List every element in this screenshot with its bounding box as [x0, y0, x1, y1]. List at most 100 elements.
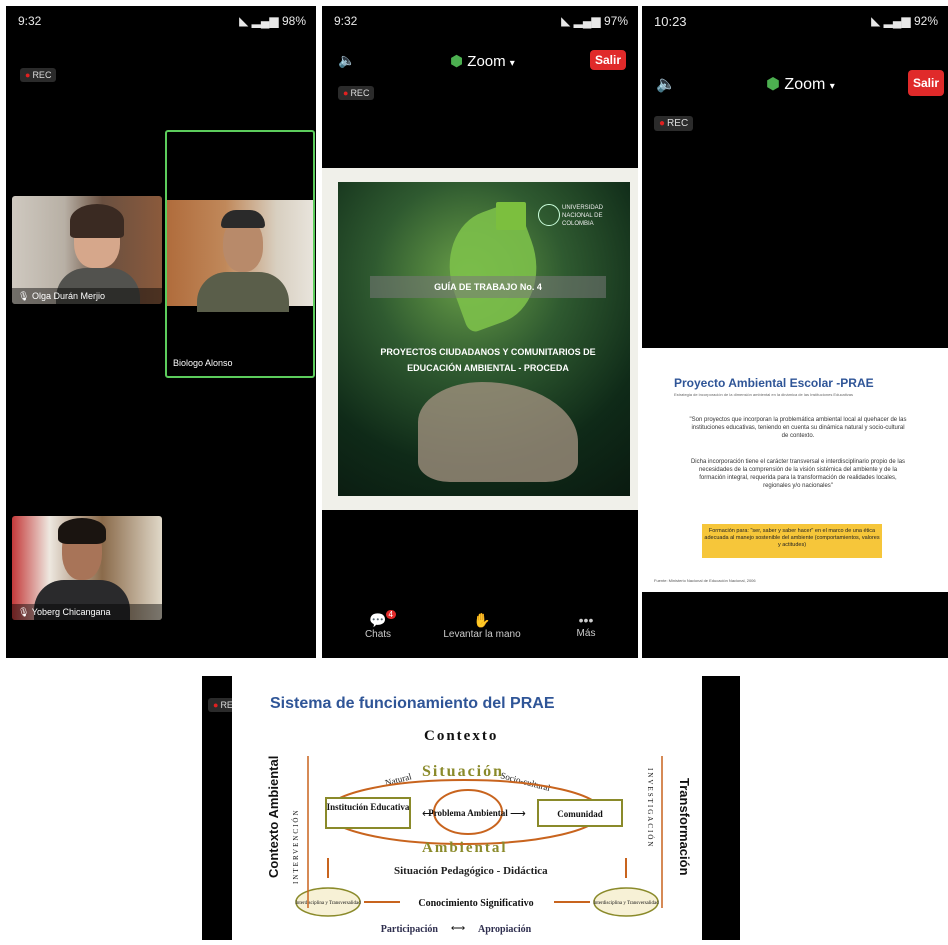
chat-badge: 4: [385, 610, 396, 619]
chat-icon: 💬 4: [358, 610, 398, 629]
quote-paragraph-2: Dicha incorporación tiene el carácter tr…: [690, 459, 906, 489]
record-dot-icon: ●: [25, 70, 31, 80]
leaf-shape: [431, 199, 555, 335]
slide-photo: UNIVERSIDAD NACIONAL DE COLOMBIA GUÍA DE…: [338, 182, 630, 496]
battery-level: 98%: [281, 14, 306, 28]
leave-button[interactable]: Salir: [908, 70, 944, 96]
mic-icon: 🎙: [18, 291, 30, 301]
participant-name: Olga Durán Merjio: [31, 291, 105, 301]
arrow-right-icon: ⟶: [510, 808, 526, 820]
shield-icon: ⬢: [766, 76, 780, 93]
interdisciplina-right-label: Interdisciplina y Transversalidad: [593, 901, 659, 906]
diagram-screenshot: ● REC Sistema de funcionamiento del PRAE …: [202, 676, 740, 940]
slide-subtitle: Estrategia de incorporación de la dimens…: [674, 392, 853, 397]
rec-label: REC: [32, 70, 52, 80]
chat-label: Chats: [364, 629, 392, 640]
record-dot-icon: ●: [659, 118, 666, 129]
meeting-title-label: Zoom: [467, 53, 506, 70]
shared-slide: Proyecto Ambiental Escolar -PRAE Estrate…: [642, 348, 948, 592]
phone-screen-gallery: 9:32 ◣ ▂▄▆ 98% ● REC 🎙 Olga Durán Merjio …: [6, 6, 316, 658]
participant-name-bar: 🎙 Yoberg Chicangana: [12, 604, 162, 620]
rec-label: REC: [350, 88, 370, 98]
phone-screen-prae-slide: 10:23 ◣ ▂▄▆ 92% 🔈 ⬢ Zoom ▾ Salir ● REC Pr…: [642, 6, 948, 658]
raise-hand-icon: ✋: [473, 612, 491, 628]
record-dot-icon: ●: [213, 700, 219, 710]
speaker-icon[interactable]: 🔈: [656, 74, 676, 94]
battery-level: 92%: [913, 14, 938, 28]
prae-diagram: Sistema de funcionamiento del PRAE Conte…: [266, 695, 692, 935]
status-time: 9:32: [18, 14, 42, 28]
source-citation: Fuente: Ministerio Nacional de Educación…: [654, 578, 756, 583]
participant-name: Biologo Alonso: [173, 358, 233, 368]
problema-label: Problema Ambiental: [428, 808, 508, 818]
speaker-icon[interactable]: 🔈: [338, 52, 355, 69]
intervencion-label: INTERVENCIÓN: [292, 808, 300, 884]
university-seal-icon: [538, 204, 560, 226]
logo-badge: [496, 202, 526, 230]
record-dot-icon: ●: [343, 88, 349, 98]
interdisciplina-left-label: Interdisciplina y Transversalidad: [295, 901, 361, 906]
guide-label: GUÍA DE TRABAJO No. 4: [370, 276, 606, 298]
shield-icon: ⬢: [450, 53, 464, 70]
diagram-title: Sistema de funcionamiento del PRAE: [270, 695, 555, 712]
chevron-down-icon: ▾: [829, 81, 835, 92]
rec-label: REC: [667, 118, 689, 129]
transformacion-label: Transformación: [677, 778, 692, 876]
more-icon: •••: [578, 612, 594, 628]
status-time: 10:23: [654, 14, 687, 29]
more-button[interactable]: ••• Más: [566, 612, 606, 639]
shared-slide: UNIVERSIDAD NACIONAL DE COLOMBIA GUÍA DE…: [322, 168, 638, 510]
participant-hair: [70, 204, 124, 238]
participant-video-feed: [167, 200, 313, 312]
double-arrow-icon: ⟷: [451, 923, 465, 934]
status-time: 9:32: [334, 14, 358, 28]
participant-hair: [58, 518, 106, 544]
comunidad-label: Comunidad: [557, 809, 603, 819]
conocimiento-label: Conocimiento Significativo: [418, 898, 533, 909]
quote-paragraph-1: "Son proyectos que incorporan la problem…: [689, 417, 907, 439]
participant-name: Yoberg Chicangana: [31, 607, 111, 617]
participant-name-bar: 🎙 Olga Durán Merjio: [12, 288, 162, 304]
status-bar: 10:23 ◣ ▂▄▆ 92%: [654, 14, 938, 32]
contexto-ambiental-label: Contexto Ambiental: [266, 756, 281, 878]
recording-badge: ● REC: [338, 86, 375, 100]
recording-badge: ● REC: [20, 68, 57, 82]
status-bar: 9:32 ◣ ▂▄▆ 98%: [18, 14, 306, 32]
participant-body: [197, 272, 289, 312]
meeting-title-label: Zoom: [784, 76, 826, 93]
participant-video-tile[interactable]: 🎙 Olga Durán Merjio: [12, 196, 162, 304]
prae-diagram-slide: Sistema de funcionamiento del PRAE Conte…: [232, 676, 702, 940]
contexto-label: Contexto: [424, 728, 498, 744]
highlight-box: Formación para: "ser, saber y saber hace…: [702, 524, 882, 558]
more-label: Más: [576, 628, 596, 639]
signal-icon: ◣ ▂▄▆: [239, 14, 282, 28]
leave-button[interactable]: Salir: [590, 50, 626, 70]
institucion-label: Institución Educativa: [327, 802, 410, 812]
battery-level: 97%: [603, 14, 628, 28]
signal-icon: ◣ ▂▄▆: [561, 14, 604, 28]
participant-video-tile[interactable]: 🎙 Yoberg Chicangana: [12, 516, 162, 620]
university-name: UNIVERSIDAD NACIONAL DE COLOMBIA: [562, 205, 604, 227]
signal-icon: ◣ ▂▄▆: [871, 14, 914, 28]
hand-shape: [418, 382, 578, 482]
guide-title: PROYECTOS CIUDADANOS Y COMUNITARIOS DE E…: [380, 347, 596, 373]
meeting-title[interactable]: ⬢ Zoom ▾: [450, 52, 515, 70]
participant-video-tile-active[interactable]: Biologo Alonso: [165, 130, 315, 378]
meeting-title[interactable]: ⬢ Zoom ▾: [766, 74, 835, 94]
participant-cap: [221, 210, 265, 228]
participacion-label: Participación: [381, 924, 439, 935]
situacion-pedagogica-label: Situación Pedagógico - Didáctica: [394, 865, 548, 877]
ambiental-label: Ambiental: [422, 840, 508, 856]
phone-screen-shared-slide: 9:32 ◣ ▂▄▆ 97% 🔈 ⬢ Zoom ▾ Salir ● REC UNI…: [322, 6, 638, 658]
situacion-label: Situación: [422, 763, 504, 780]
recording-badge: ● REC: [654, 116, 694, 131]
raise-hand-button[interactable]: ✋ Levantar la mano: [432, 612, 532, 640]
slide-title: Proyecto Ambiental Escolar -PRAE: [674, 376, 874, 390]
mic-icon: 🎙: [18, 607, 30, 617]
status-bar: 9:32 ◣ ▂▄▆ 97%: [334, 14, 628, 32]
investigacion-label: INVESTIGACIÓN: [646, 768, 654, 848]
apropiacion-label: Apropiación: [478, 924, 532, 935]
chevron-down-icon: ▾: [509, 58, 515, 69]
raise-hand-label: Levantar la mano: [443, 629, 521, 640]
chat-button[interactable]: 💬 4 Chats: [358, 610, 398, 640]
